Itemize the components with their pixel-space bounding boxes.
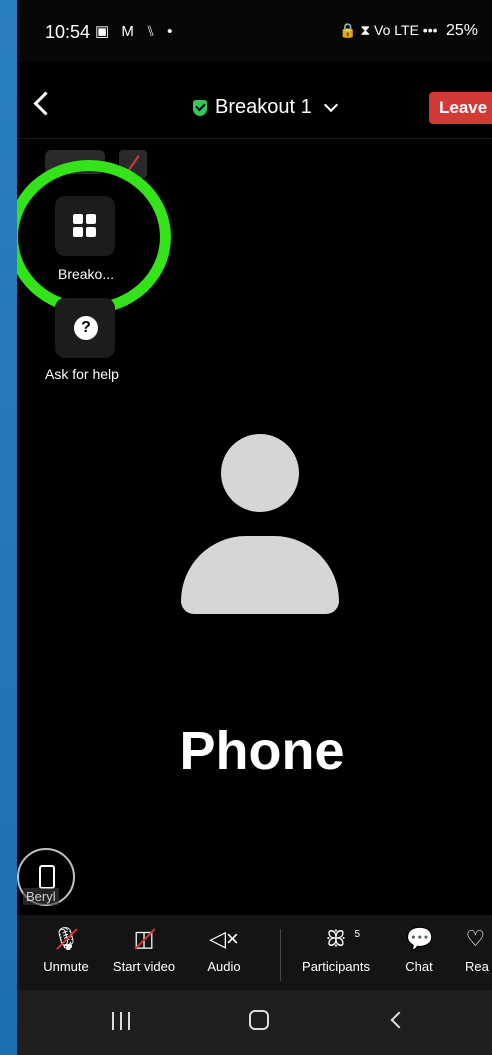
highlight-circle xyxy=(17,160,171,314)
leave-button[interactable]: Leave xyxy=(429,92,492,124)
back-button[interactable] xyxy=(31,92,53,118)
signal-icons: 🔒 ⧗ Vo LTE ••• xyxy=(339,22,438,38)
shield-check-icon xyxy=(193,99,207,116)
meeting-header: Breakout 1 Leave xyxy=(17,62,492,139)
notification-icons: ▣ M ⑊ • xyxy=(95,23,177,40)
mic-muted-icon: 🎙 xyxy=(52,926,80,951)
video-off-icon: ◫ xyxy=(129,925,159,953)
participant-name: Phone xyxy=(179,721,345,781)
chevron-down-icon xyxy=(323,97,338,112)
question-mark-icon: ? xyxy=(74,316,98,340)
audio-label: Audio xyxy=(207,959,241,974)
participants-icon: ꕥ5 xyxy=(320,925,360,953)
home-icon[interactable] xyxy=(249,1010,269,1030)
ask-for-help-label: Ask for help xyxy=(45,366,119,382)
battery-level: 25% xyxy=(445,22,478,39)
participants-count: 5 xyxy=(354,929,360,940)
chat-button[interactable]: 💬 Chat xyxy=(399,925,439,974)
status-bar: 10:54 ▣ M ⑊ • 🔒 ⧗ Vo LTE ••• 25% xyxy=(17,0,492,62)
chat-label: Chat xyxy=(405,959,433,974)
unmute-button[interactable]: 🎙 Unmute xyxy=(31,925,101,974)
audio-button[interactable]: ◁× Audio xyxy=(199,925,249,974)
recents-icon[interactable] xyxy=(112,1012,134,1032)
avatar-head-icon xyxy=(221,434,299,512)
nav-back-icon[interactable] xyxy=(390,1011,408,1029)
reactions-label: Rea xyxy=(465,959,489,974)
rotate-icon xyxy=(39,865,55,889)
chat-bubble-icon: 💬 xyxy=(406,926,434,951)
unmute-label: Unmute xyxy=(43,959,89,974)
self-name-tag: Beryl xyxy=(23,888,59,905)
room-title: Breakout 1 xyxy=(215,96,312,118)
phone-screen: 10:54 ▣ M ⑊ • 🔒 ⧗ Vo LTE ••• 25% Breakou… xyxy=(17,0,492,1055)
status-time: 10:54 xyxy=(45,22,91,42)
meeting-toolbar: 🎙 Unmute ◫ Start video ◁× Audio ꕥ5 Parti… xyxy=(17,915,492,990)
ask-for-help-button[interactable]: ? xyxy=(55,298,115,358)
reactions-button[interactable]: ♡ Rea xyxy=(465,925,492,974)
start-video-button[interactable]: ◫ Start video xyxy=(105,925,183,974)
reaction-icon: ♡ xyxy=(465,926,486,951)
avatar-body-icon xyxy=(181,536,339,614)
participants-button[interactable]: ꕥ5 Participants xyxy=(295,925,377,974)
start-video-label: Start video xyxy=(112,959,176,974)
android-nav-bar xyxy=(17,990,492,1055)
status-right: 🔒 ⧗ Vo LTE ••• 25% xyxy=(339,22,478,40)
participants-label: Participants xyxy=(302,959,370,974)
breakout-room-selector[interactable]: Breakout 1 xyxy=(193,96,338,119)
toolbar-divider xyxy=(280,929,281,981)
speaker-off-icon: ◁× xyxy=(209,926,239,951)
